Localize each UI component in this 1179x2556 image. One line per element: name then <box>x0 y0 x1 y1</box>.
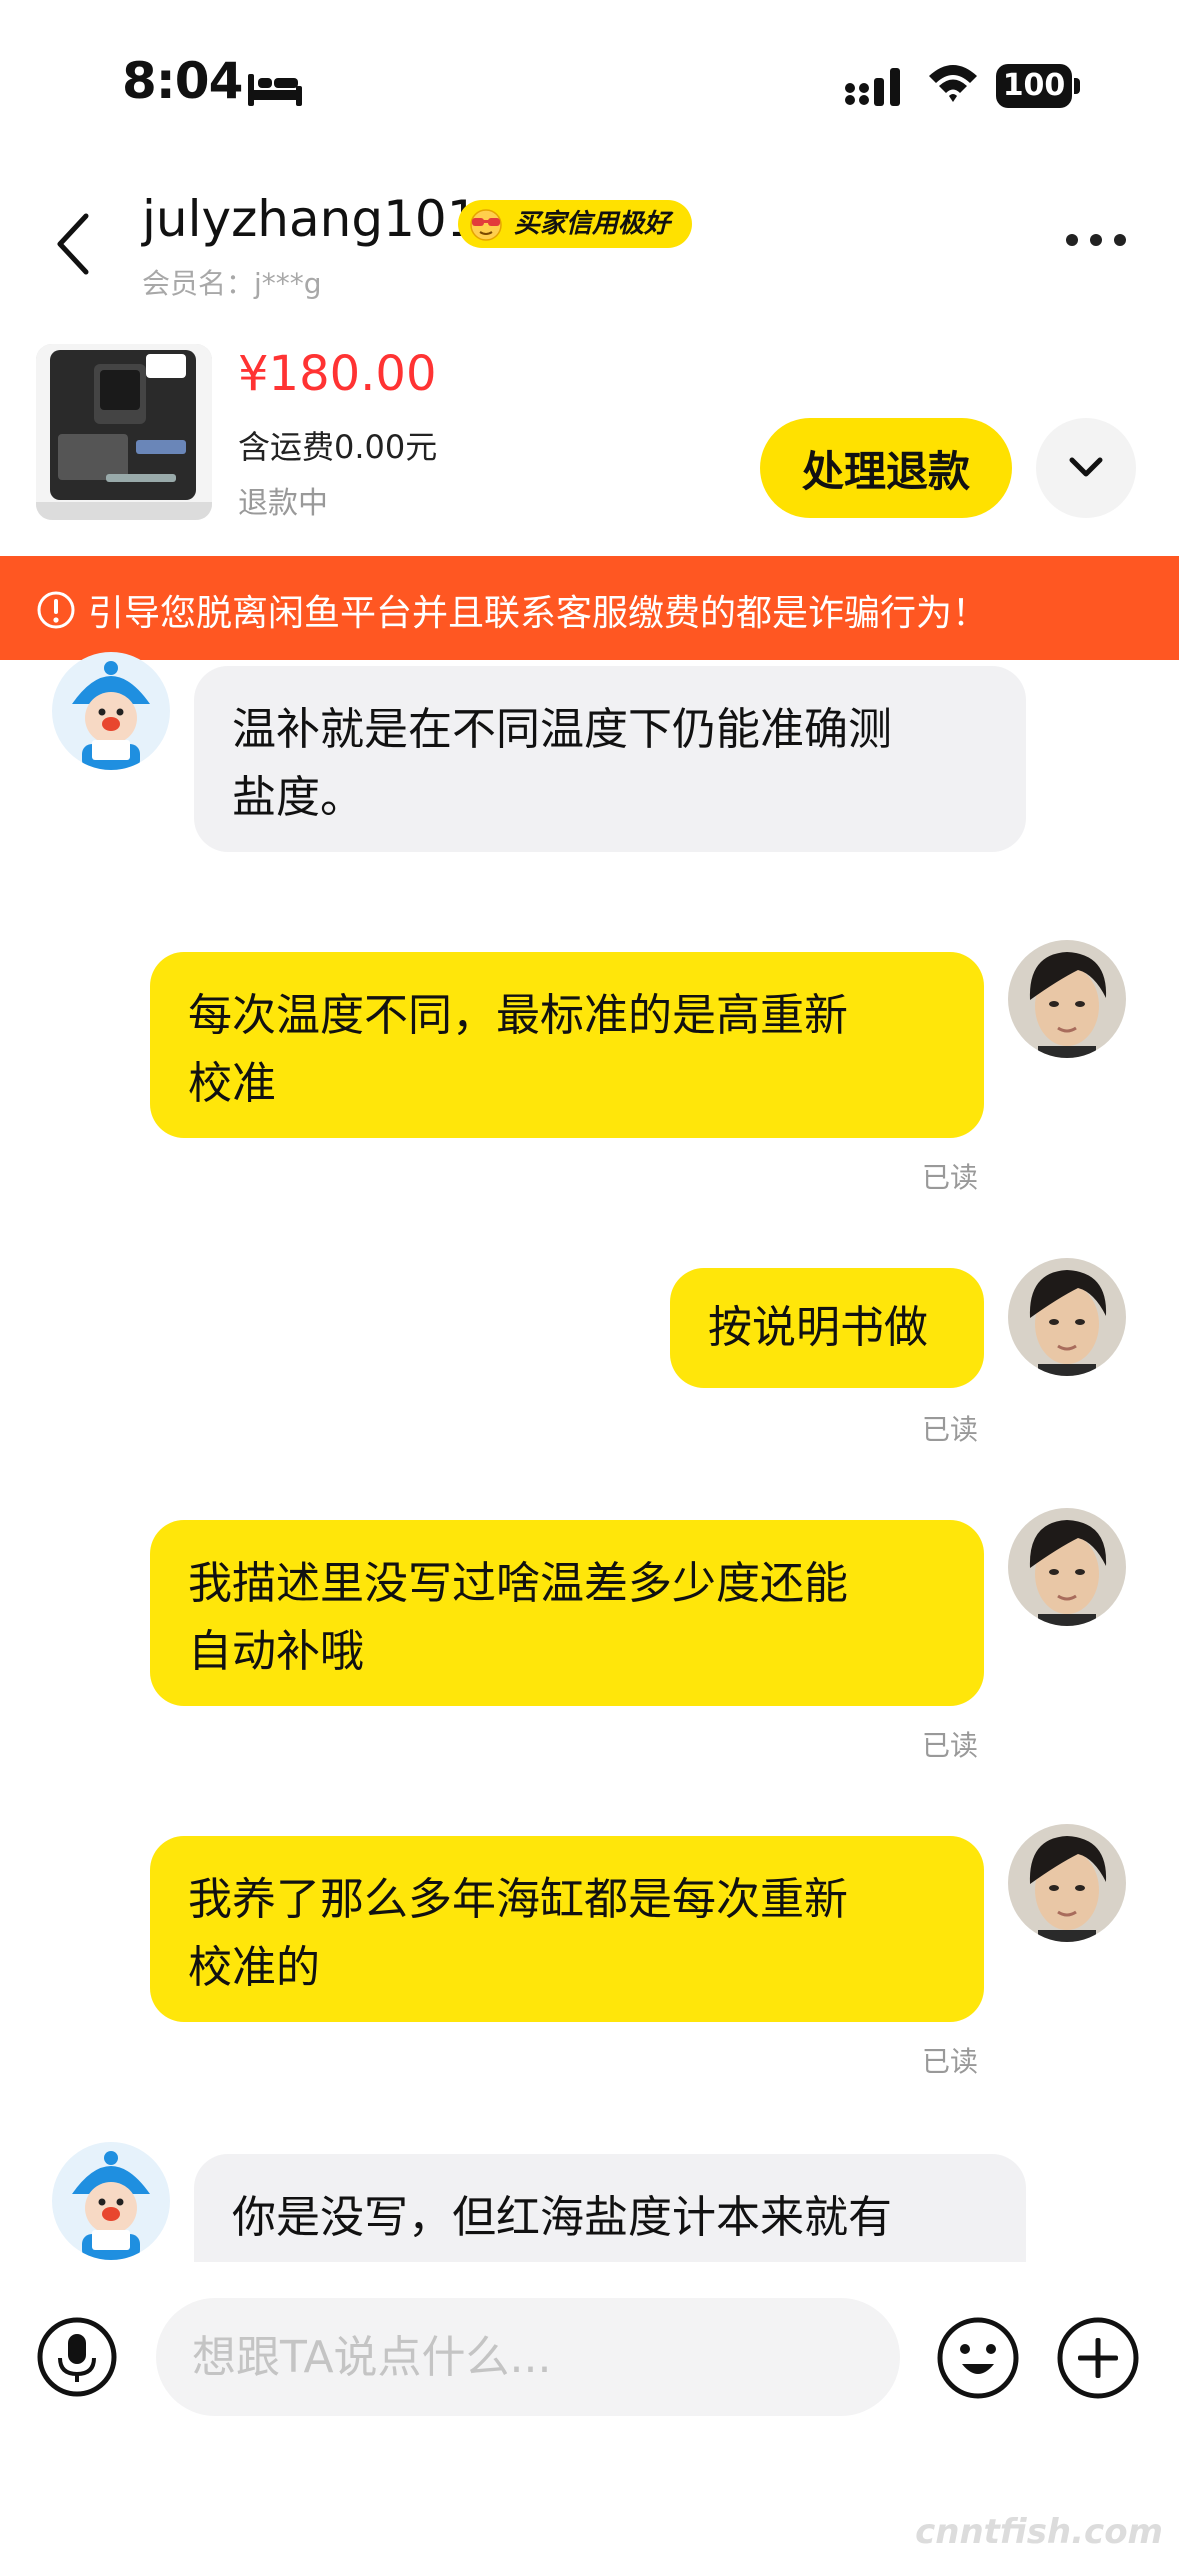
my-avatar[interactable] <box>1008 1258 1126 1376</box>
chevron-down-icon <box>1069 457 1103 477</box>
message-line: 自动补哦 <box>188 1626 364 1677</box>
cellular-signal-icon <box>845 68 900 106</box>
my-avatar[interactable] <box>1008 1824 1126 1942</box>
message-bubble-outgoing[interactable]: 按说明书做 <box>670 1268 984 1388</box>
my-avatar[interactable] <box>1008 1508 1126 1626</box>
watermark: cnntfish.com <box>915 2512 1163 2552</box>
back-icon[interactable] <box>52 212 92 276</box>
product-price: ¥180.00 <box>238 346 437 402</box>
expand-button[interactable] <box>1036 418 1136 518</box>
message-line: 按说明书做 <box>708 1302 928 1353</box>
read-receipt: 已读 <box>922 1161 979 1194</box>
read-receipt: 已读 <box>922 1413 979 1446</box>
seller-avatar[interactable] <box>52 652 170 770</box>
message-bubble-outgoing[interactable]: 我养了那么多年海缸都是每次重新 校准的 <box>150 1836 984 2022</box>
message-input[interactable] <box>156 2298 900 2416</box>
message-line: 我描述里没写过啥温差多少度还能 <box>188 1558 848 1609</box>
voice-input-icon[interactable] <box>36 2316 118 2398</box>
credit-badge: 买家信用极好 <box>458 200 693 248</box>
cool-face-icon <box>470 209 502 241</box>
add-attachment-icon[interactable] <box>1056 2316 1140 2400</box>
process-refund-button[interactable]: 处理退款 <box>760 418 1012 518</box>
wifi-icon <box>929 65 977 102</box>
fraud-warning-banner: 引导您脱离闲鱼平台并且联系客服缴费的都是诈骗行为！ <box>0 556 1179 660</box>
read-receipt: 已读 <box>922 2045 979 2078</box>
message-line: 校准的 <box>188 1942 320 1993</box>
message-line: 每次温度不同，最标准的是高重新 <box>188 990 848 1041</box>
more-options-icon[interactable] <box>1064 232 1128 248</box>
order-status: 退款中 <box>238 486 328 521</box>
message-line: 校准 <box>188 1058 276 1109</box>
seller-avatar[interactable] <box>52 2142 170 2260</box>
read-receipt: 已读 <box>922 1729 979 1762</box>
emoji-icon[interactable] <box>936 2316 1020 2400</box>
product-thumbnail[interactable] <box>36 344 212 520</box>
message-line: 你是没写，但红海盐度计本来就有 <box>232 2192 892 2243</box>
status-time: 8:04 <box>122 52 243 110</box>
message-bubble-outgoing[interactable]: 我描述里没写过啥温差多少度还能 自动补哦 <box>150 1520 984 1706</box>
message-line: 盐度。 <box>232 772 364 823</box>
battery-level: 100 <box>996 64 1072 108</box>
sleep-focus-icon <box>248 74 302 106</box>
battery-indicator: 100 <box>996 64 1080 108</box>
my-avatar[interactable] <box>1008 940 1126 1058</box>
product-image <box>36 344 212 520</box>
message-line: 温补就是在不同温度下仍能准确测 <box>232 704 892 755</box>
chat-partner-name: julyzhang101 <box>142 190 479 248</box>
message-line: 我养了那么多年海缸都是每次重新 <box>188 1874 848 1925</box>
credit-badge-label: 买家信用极好 <box>514 209 671 239</box>
alert-circle-icon <box>37 591 75 629</box>
member-name: 会员名：j***g <box>142 267 322 300</box>
fraud-warning-text: 引导您脱离闲鱼平台并且联系客服缴费的都是诈骗行为！ <box>88 593 989 634</box>
message-bubble-incoming[interactable]: 温补就是在不同温度下仍能准确测 盐度。 <box>194 666 1026 852</box>
message-bubble-outgoing[interactable]: 每次温度不同，最标准的是高重新 校准 <box>150 952 984 1138</box>
shipping-info: 含运费0.00元 <box>238 428 438 466</box>
